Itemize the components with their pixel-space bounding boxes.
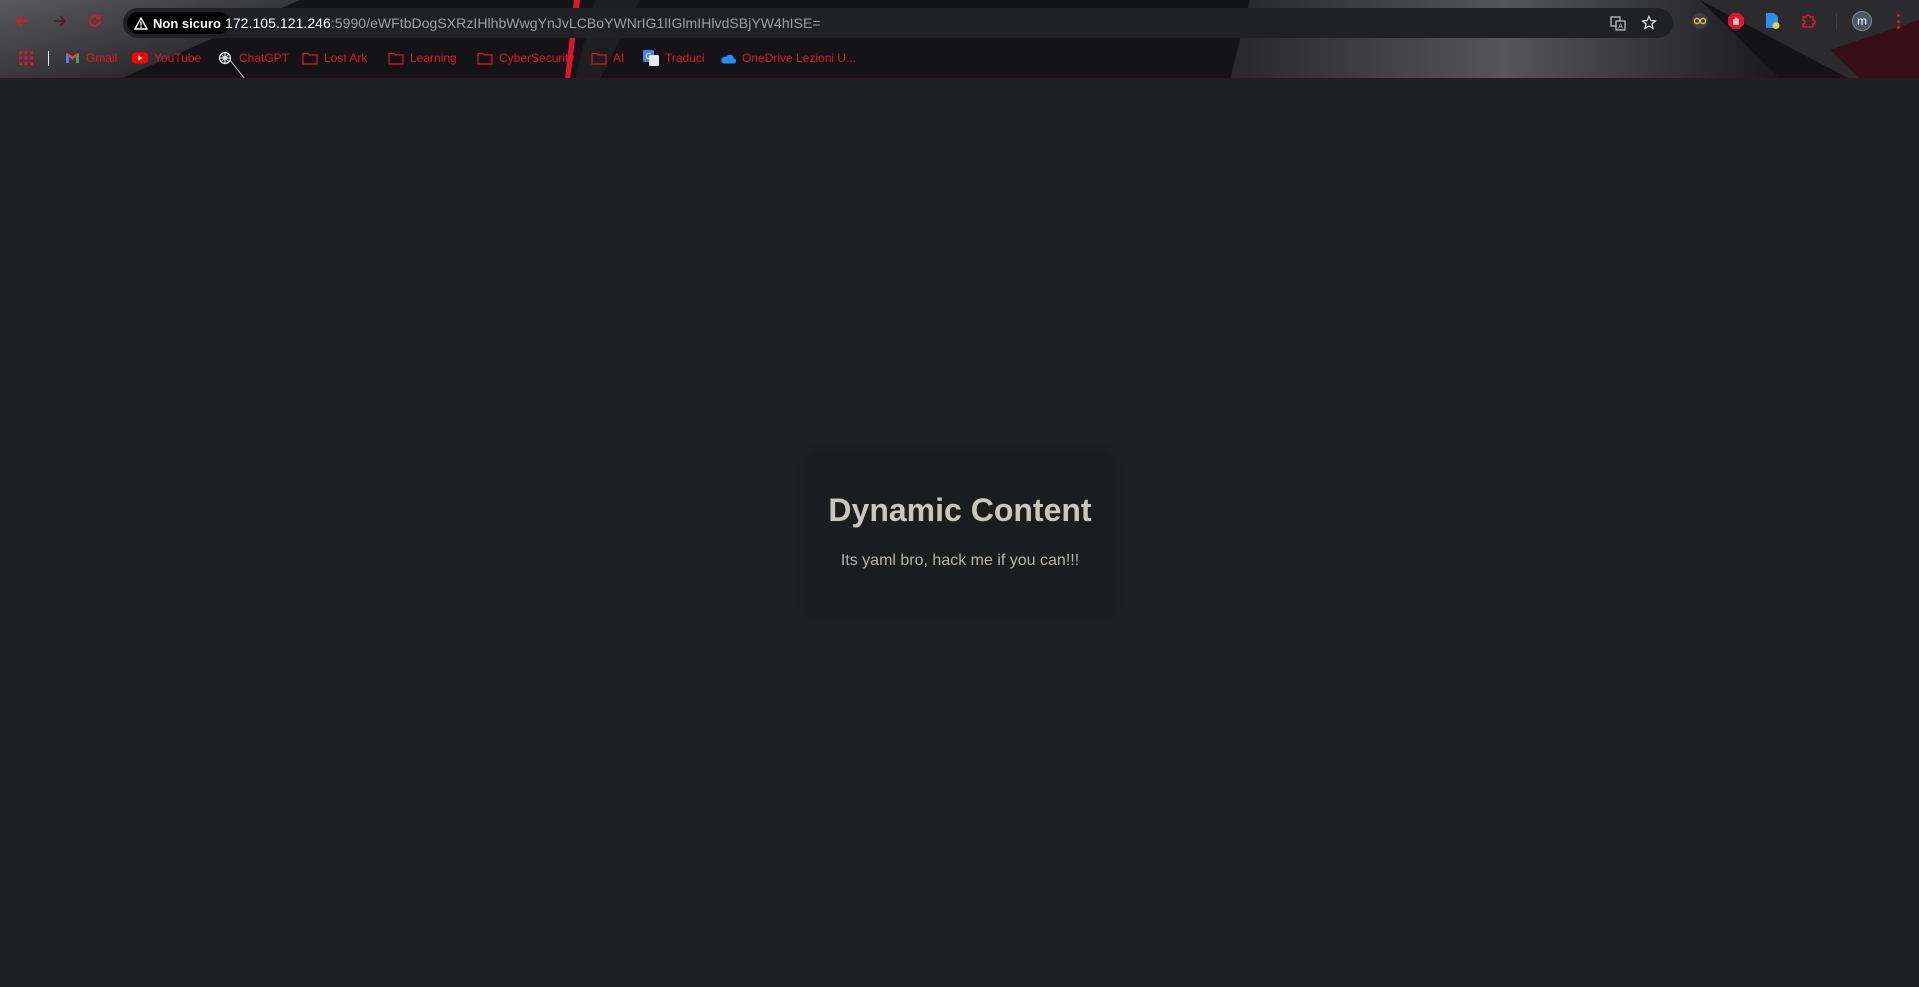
bookmark-folder-ai[interactable]: AI (591, 48, 624, 68)
content-card: Dynamic Content Its yaml bro, hack me if… (808, 454, 1112, 616)
puzzle-icon (1802, 14, 1816, 28)
bookmark-gmail[interactable]: Gmail (64, 48, 117, 68)
chatgpt-icon (217, 50, 233, 66)
bookmark-traduci[interactable]: G Traduci (643, 48, 705, 68)
bookmark-label: ChatGPT (239, 51, 290, 65)
gmail-icon (64, 50, 80, 66)
bookmark-folder-cybersecurity[interactable]: CyberSecurity (477, 48, 574, 68)
reload-button[interactable] (83, 9, 107, 33)
page-message: Its yaml bro, hack me if you can!!! (840, 552, 1080, 569)
folder-icon (591, 50, 607, 66)
browser-menu-button[interactable] (1890, 11, 1906, 31)
back-button[interactable] (10, 9, 34, 33)
bookmark-chatgpt[interactable]: ChatGPT (217, 48, 289, 68)
apps-button[interactable] (17, 49, 35, 67)
folder-icon (388, 50, 404, 66)
bookmark-label: OneDrive Lezioni U... (742, 51, 857, 65)
document-badge-icon (1766, 13, 1780, 29)
bookmark-onedrive[interactable]: OneDrive Lezioni U... (720, 48, 856, 68)
security-label: Non sicuro (153, 15, 221, 31)
bookmark-star-button[interactable] (1640, 14, 1658, 32)
url-text[interactable]: 172.105.121.246:5990/eWFtbDogSXRzIHlhbWw… (225, 15, 821, 31)
bookmark-label: Traduci (665, 51, 705, 65)
bookmark-label: Learning (410, 51, 457, 65)
bookmark-folder-lost-ark[interactable]: Lost Ark (302, 48, 367, 68)
folder-icon (477, 50, 493, 66)
translate-icon: A (1610, 16, 1626, 31)
extension-adblock-button[interactable] (1726, 11, 1746, 31)
browser-chrome: Non sicuro 172.105.121.246:5990/eWFtbDog… (0, 0, 1919, 79)
bookmarks-separator (48, 51, 49, 66)
arrow-left-icon (15, 15, 28, 27)
extensions-button[interactable] (1799, 11, 1819, 31)
kebab-dot-icon (1896, 25, 1900, 29)
bookmark-label: Lost Ark (324, 51, 368, 65)
forward-button[interactable] (48, 9, 72, 33)
url-host: 172.105.121.246 (225, 15, 331, 31)
translate-page-button[interactable]: A (1609, 14, 1627, 32)
extension-incognito-button[interactable] (1690, 11, 1710, 31)
kebab-dot-icon (1896, 13, 1900, 17)
reload-icon (89, 15, 101, 27)
bookmark-youtube[interactable]: YouTube (132, 48, 201, 68)
onedrive-icon (720, 50, 736, 66)
bookmark-label: Gmail (86, 51, 118, 65)
extension-file-button[interactable] (1762, 11, 1782, 31)
url-path: :5990/eWFtbDogSXRzIHlhbWwgYnJvLCBoYWNrIG… (330, 15, 821, 31)
svg-text:G: G (645, 52, 651, 61)
bookmarks-bar: Gmail YouTube ChatGPT Lost Ark Learning … (0, 46, 1919, 70)
google-translate-icon: G (643, 50, 659, 66)
star-icon (1641, 15, 1657, 30)
stop-hand-icon (1728, 13, 1744, 29)
toolbar-divider (1836, 13, 1837, 29)
address-bar[interactable]: Non sicuro 172.105.121.246:5990/eWFtbDog… (123, 8, 1673, 38)
profile-avatar[interactable]: m (1852, 11, 1872, 31)
svg-text:A: A (1618, 23, 1623, 31)
bookmark-label: YouTube (154, 51, 202, 65)
bookmark-folder-learning[interactable]: Learning (388, 48, 457, 68)
kebab-dot-icon (1896, 19, 1900, 23)
warning-triangle-icon (134, 16, 148, 30)
bookmark-label: CyberSecurity (499, 51, 575, 65)
youtube-icon (132, 50, 148, 66)
spy-glasses-icon (1692, 13, 1708, 29)
avatar-initial: m (1857, 14, 1867, 28)
apps-grid-icon (19, 51, 33, 65)
toolbar: Non sicuro 172.105.121.246:5990/eWFtbDog… (0, 0, 1919, 42)
page-viewport: Dynamic Content Its yaml bro, hack me if… (0, 79, 1919, 987)
bookmark-label: AI (613, 51, 625, 65)
arrow-right-icon (54, 15, 67, 27)
security-indicator[interactable]: Non sicuro (127, 12, 230, 34)
page-title: Dynamic Content (828, 492, 1092, 528)
folder-icon (302, 50, 318, 66)
